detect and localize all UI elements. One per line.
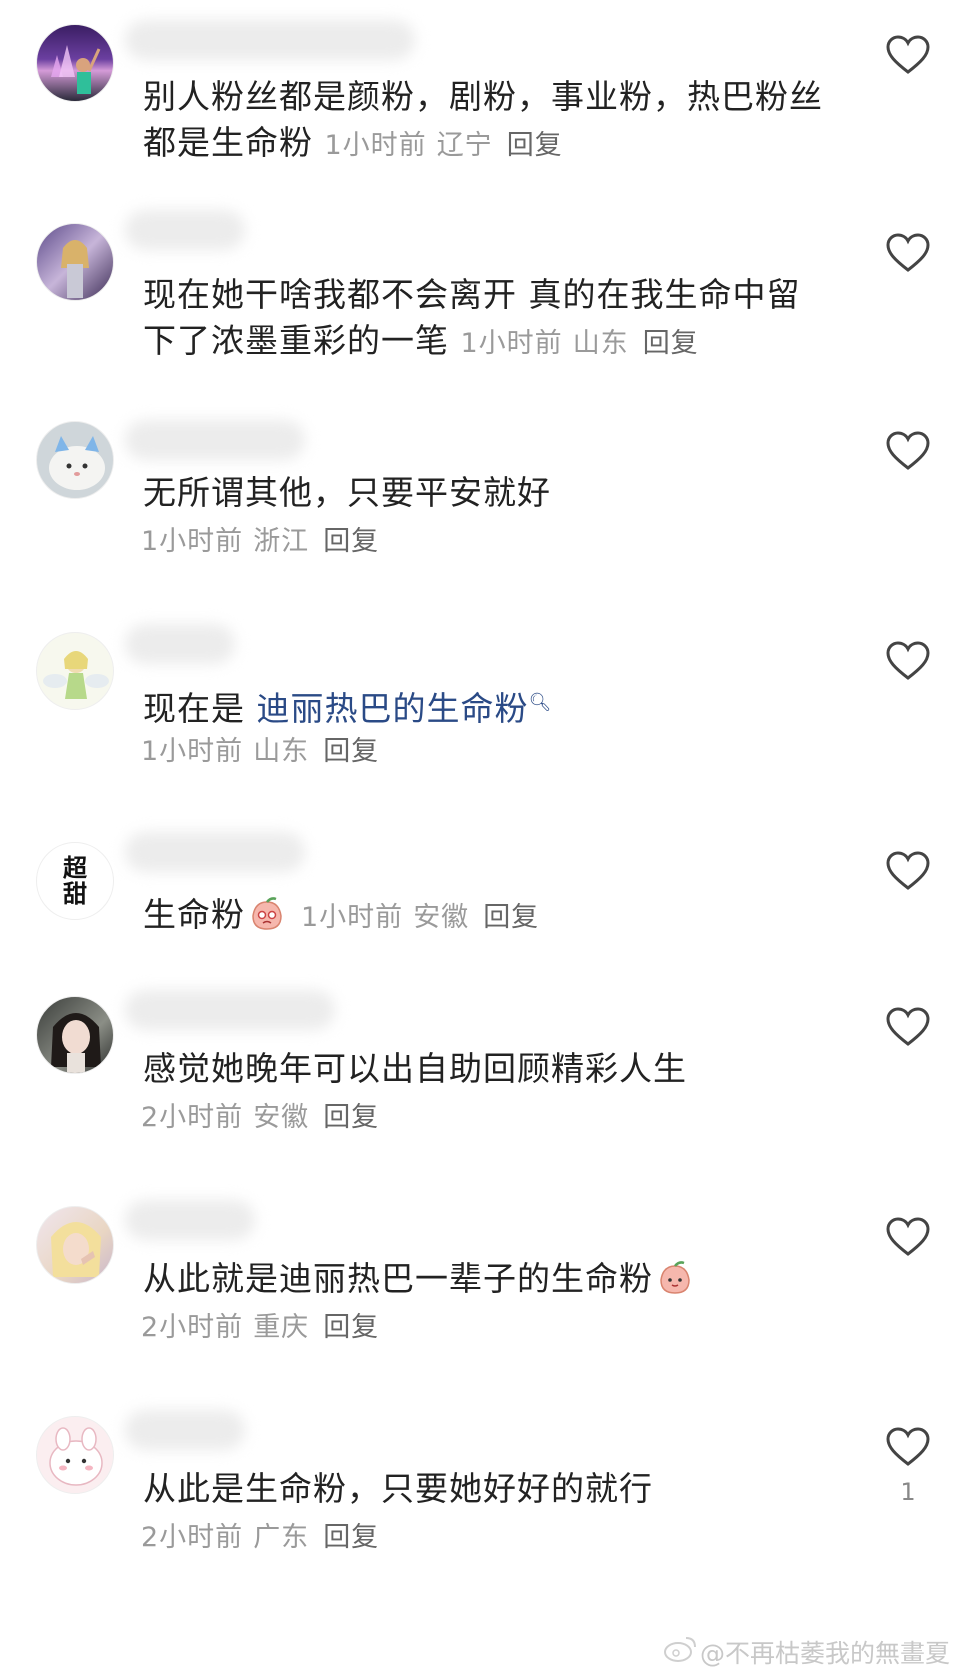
- comment-location: 安徽: [413, 902, 470, 933]
- comment-text: 生命粉 1小时前 安徽 回复: [143, 895, 540, 934]
- comment-time: 2小时前: [141, 1312, 244, 1343]
- avatar[interactable]: 超 甜: [36, 842, 114, 920]
- comment-location: 重庆: [253, 1312, 310, 1343]
- blurred-username[interactable]: [125, 1200, 255, 1240]
- heart-icon: [886, 35, 930, 74]
- like-button[interactable]: [885, 1426, 931, 1468]
- blurred-username[interactable]: [125, 832, 305, 872]
- like-button[interactable]: [885, 1006, 931, 1048]
- search-keyword-link[interactable]: 迪丽热巴的生命粉: [257, 689, 529, 728]
- reply-button[interactable]: 回复: [323, 736, 379, 767]
- like-button[interactable]: [885, 430, 931, 472]
- like-button[interactable]: [885, 232, 931, 274]
- comment-location: 广东: [253, 1522, 310, 1553]
- reply-button[interactable]: 回复: [323, 1312, 379, 1343]
- comment-time: 2小时前: [141, 1102, 244, 1133]
- comment-meta: 1小时前 山东 回复: [141, 734, 379, 770]
- reply-button[interactable]: 回复: [323, 1102, 379, 1133]
- blurred-username[interactable]: [125, 420, 305, 460]
- blurred-username[interactable]: [125, 20, 415, 60]
- reply-button[interactable]: 回复: [323, 526, 379, 557]
- search-icon[interactable]: 🔍︎: [529, 692, 553, 713]
- comment-text: 从此就是迪丽热巴一辈子的生命粉: [143, 1256, 833, 1302]
- comment-time: 1小时前: [141, 526, 244, 557]
- heart-icon: [886, 641, 930, 680]
- comment-meta: 2小时前 广东 回复: [141, 1520, 379, 1556]
- avatar[interactable]: [36, 223, 114, 301]
- heart-icon: [886, 233, 930, 272]
- comment-text: 从此是生命粉，只要她好好的就行: [143, 1469, 653, 1508]
- comment-text: 感觉她晚年可以出自助回顾精彩人生: [143, 1049, 687, 1088]
- blurred-username[interactable]: [125, 624, 235, 664]
- peach-emoji-icon: [660, 1261, 690, 1294]
- heart-icon: [886, 851, 930, 890]
- comment-location: 安徽: [253, 1102, 310, 1133]
- avatar[interactable]: [36, 996, 114, 1074]
- avatar[interactable]: [36, 24, 114, 102]
- comment-location: 辽宁: [436, 130, 493, 161]
- watermark: @不再枯萎我的無畫夏: [700, 1639, 951, 1668]
- comment-meta: 2小时前 重庆 回复: [141, 1310, 379, 1346]
- comment-location: 山东: [572, 328, 629, 359]
- blurred-username[interactable]: [125, 990, 335, 1030]
- comment-text: 现在是 迪丽热巴的生命粉🔍︎: [143, 689, 553, 728]
- comment-text: 现在她干啥我都不会离开 真的在我生命中留下了浓墨重彩的一笔 1小时前 山东 回复: [143, 275, 801, 360]
- avatar[interactable]: [36, 1206, 114, 1284]
- avatar[interactable]: [36, 632, 114, 710]
- blurred-username[interactable]: [125, 1410, 245, 1450]
- heart-icon: [886, 1427, 930, 1466]
- comment-location: 山东: [253, 736, 310, 767]
- reply-button[interactable]: 回复: [323, 1522, 379, 1553]
- like-button[interactable]: [885, 34, 931, 76]
- comment-time: 2小时前: [141, 1522, 244, 1553]
- avatar-calligraphy: 超 甜: [63, 853, 87, 908]
- comment-meta: 2小时前 安徽 回复: [141, 1100, 379, 1136]
- avatar[interactable]: [36, 1416, 114, 1494]
- comment-time: 1小时前: [460, 328, 563, 359]
- like-button[interactable]: [885, 850, 931, 892]
- weibo-logo-icon: [664, 1637, 696, 1662]
- comment-meta: 1小时前 浙江 回复: [141, 524, 379, 560]
- comment-time: 1小时前: [324, 130, 427, 161]
- reply-button[interactable]: 回复: [643, 328, 699, 359]
- heart-icon: [886, 1217, 930, 1256]
- comment-time: 1小时前: [301, 902, 404, 933]
- comment-text: 别人粉丝都是颜粉，剧粉，事业粉，热巴粉丝都是生命粉 1小时前 辽宁 回复: [143, 77, 823, 162]
- crying-peach-emoji-icon: [252, 897, 282, 930]
- comment-time: 1小时前: [141, 736, 244, 767]
- like-count: 1: [900, 1478, 916, 1506]
- like-button[interactable]: [885, 640, 931, 682]
- avatar[interactable]: [36, 421, 114, 499]
- reply-button[interactable]: 回复: [483, 902, 539, 933]
- comment-text: 无所谓其他，只要平安就好: [143, 473, 551, 512]
- comment-location: 浙江: [253, 526, 310, 557]
- reply-button[interactable]: 回复: [507, 130, 563, 161]
- heart-icon: [886, 431, 930, 470]
- blurred-username[interactable]: [125, 210, 245, 250]
- like-button[interactable]: [885, 1216, 931, 1258]
- heart-icon: [886, 1007, 930, 1046]
